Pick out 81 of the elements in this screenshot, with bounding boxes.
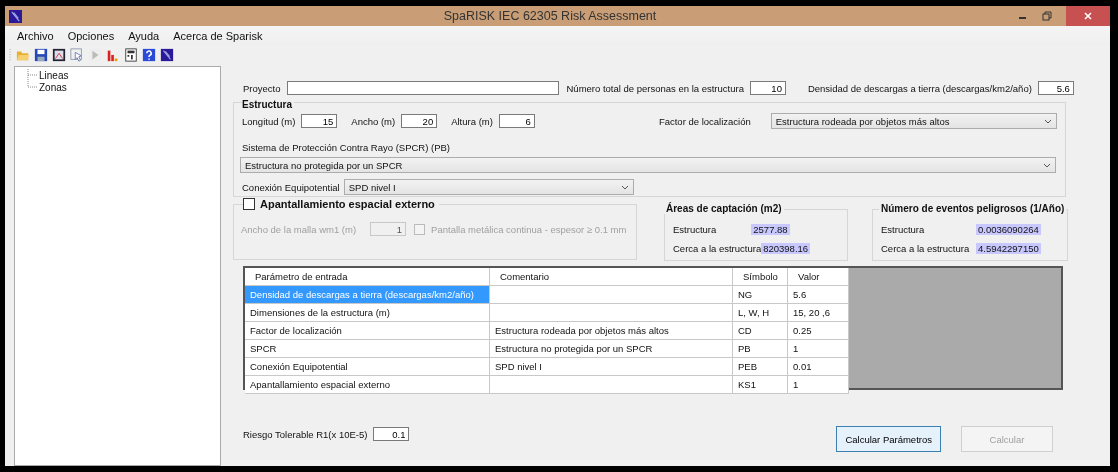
- table-cell: 1: [788, 340, 849, 358]
- field-label: Factor de localización: [658, 115, 751, 127]
- restore-icon[interactable]: [1042, 11, 1052, 21]
- dimension-field[interactable]: 6: [498, 114, 535, 128]
- field-label: Altura (m): [451, 115, 493, 127]
- field-label: Número total de personas en la estructura: [566, 82, 744, 94]
- result-value: 2577.88: [751, 224, 790, 235]
- shielding-checkbox[interactable]: [243, 198, 255, 210]
- window-title: SpaRISK IEC 62305 Risk Assessment: [442, 9, 658, 23]
- density-field[interactable]: 5.6: [1037, 81, 1074, 95]
- table-cell: SPCR: [245, 340, 490, 358]
- group-title: Número de eventos peligrosos (1/Año): [879, 203, 1067, 214]
- column-header[interactable]: Símbolo: [733, 268, 788, 286]
- risk-field[interactable]: 0.1: [373, 427, 410, 441]
- field-label: Densidad de descargas a tierra (descargas/km2/año): [807, 82, 1032, 94]
- table-cell: Factor de localización: [245, 322, 490, 340]
- chevron-icon: [1043, 162, 1051, 168]
- column-header[interactable]: Parámetro de entrada: [245, 268, 490, 286]
- tree-item[interactable]: Zonas: [39, 81, 67, 93]
- column-header[interactable]: Valor: [788, 268, 849, 286]
- result-value: 0.0036090264: [976, 224, 1041, 235]
- table-cell: 0.25: [788, 322, 849, 340]
- menu-item[interactable]: Archivo: [17, 29, 54, 42]
- field-label: Proyecto: [243, 82, 281, 94]
- result-label: Cerca a la estructura: [673, 243, 762, 254]
- result-label: Cerca a la estructura: [881, 243, 971, 254]
- result-value: 4.5942297150: [976, 243, 1041, 254]
- dimension-field[interactable]: 20: [401, 114, 438, 128]
- persons-field[interactable]: 10: [749, 81, 786, 95]
- table-cell: CD: [733, 322, 788, 340]
- checkbox-label: Pantalla metálica continua - espesor ≥ 0.1 mm: [431, 223, 627, 235]
- table-cell: Estructura rodeada por objetos más altos: [490, 322, 733, 340]
- table-cell: Estructura no protegida por un SPCR: [490, 340, 733, 358]
- chevron-icon: [1044, 118, 1052, 124]
- calculator-icon[interactable]: [124, 47, 138, 62]
- table-cell: PEB: [733, 358, 788, 376]
- save-icon[interactable]: [34, 47, 48, 62]
- table-cell: 15, 20 ,6: [788, 304, 849, 322]
- table-cell: 5.6: [788, 286, 849, 304]
- menu-item[interactable]: Acerca de Sparisk: [173, 29, 263, 42]
- tree-item[interactable]: Lineas: [39, 69, 69, 81]
- group-title: Áreas de captación (m2): [664, 203, 784, 214]
- location-dropdown[interactable]: Estructura rodeada por objetos más altos: [770, 113, 1057, 129]
- table-cell: Apantallamiento espacial externo: [245, 376, 490, 394]
- table-cell: Dimensiones de la estructura (m): [245, 304, 490, 322]
- table-cell: L, W, H: [733, 304, 788, 322]
- group-title: Apantallamiento espacial externo: [260, 198, 435, 210]
- table-cell: Conexión Equipotential: [245, 358, 490, 376]
- table-cell: KS1: [733, 376, 788, 394]
- project-field[interactable]: [286, 81, 559, 95]
- bonding-dropdown[interactable]: SPD nivel I: [343, 179, 634, 195]
- chart-window-icon[interactable]: [52, 47, 66, 62]
- field-label: Sistema de Protección Contra Rayo (SPCR) (PB): [242, 142, 452, 153]
- group-title: Estructura: [242, 99, 294, 110]
- menu-item[interactable]: Ayuda: [128, 29, 160, 42]
- table-cell: Densidad de descargas a tierra (descargas/km2/año): [245, 286, 490, 304]
- app-icon: [9, 9, 22, 23]
- spcr-dropdown[interactable]: Estructura no protegida por un SPCR: [240, 157, 1056, 173]
- close-button[interactable]: [1066, 6, 1110, 26]
- table-cell: NG: [733, 286, 788, 304]
- tree-connector: [25, 69, 39, 81]
- chevron-icon: [620, 184, 629, 190]
- field-label: Conexión Equipotential: [242, 181, 340, 193]
- close-icon: [1083, 11, 1093, 21]
- column-header[interactable]: Comentario: [490, 268, 733, 286]
- table-cell: 1: [788, 376, 849, 394]
- menu-item[interactable]: Opciones: [67, 29, 115, 42]
- result-label: Estructura: [881, 224, 926, 235]
- table-cell: 0.01: [788, 358, 849, 376]
- field-label: Ancho de la malla wm1 (m): [241, 223, 357, 235]
- table-cell: PB: [733, 340, 788, 358]
- field-label: Riesgo Tolerable R1(x 10E-5): [243, 428, 368, 440]
- field-label: Ancho (m): [351, 115, 396, 127]
- action-button[interactable]: Calcular Parámetros: [836, 426, 941, 452]
- field-label: Longitud (m): [242, 115, 296, 127]
- dimension-field[interactable]: 15: [301, 114, 338, 128]
- result-value: 820398.16: [761, 243, 811, 254]
- result-label: Estructura: [673, 224, 717, 235]
- table-cell: SPD nivel I: [490, 358, 733, 376]
- app-logo-icon[interactable]: [160, 47, 174, 62]
- help-icon[interactable]: [142, 47, 156, 62]
